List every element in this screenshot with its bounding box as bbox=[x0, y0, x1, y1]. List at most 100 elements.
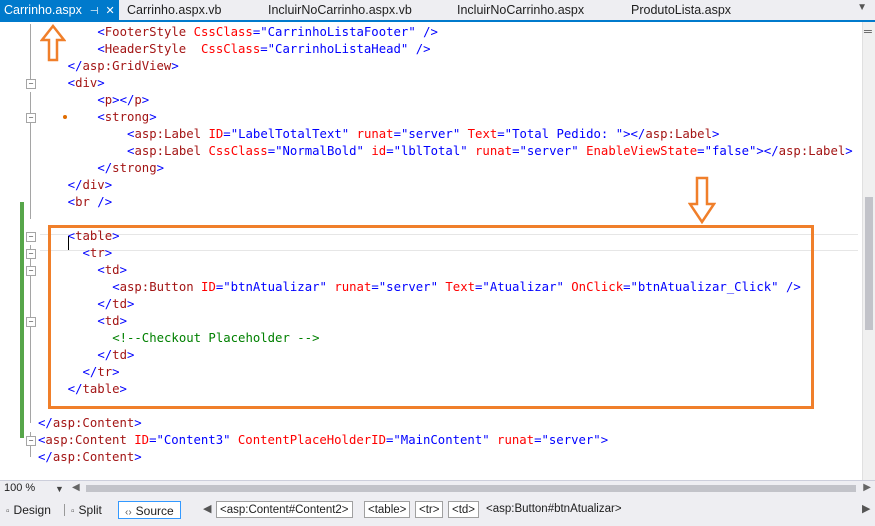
close-icon[interactable]: ✕ bbox=[106, 5, 115, 17]
code-line[interactable]: <div> bbox=[68, 75, 105, 92]
collapse-toggle-icon[interactable]: − bbox=[26, 317, 36, 327]
chevron-down-icon: ▼ bbox=[55, 484, 64, 494]
code-token: id bbox=[371, 144, 387, 158]
path-scroll-left-icon[interactable]: ◀ bbox=[203, 502, 211, 515]
breadcrumb-item[interactable]: <td> bbox=[448, 501, 480, 518]
code-token: asp:GridView bbox=[82, 59, 172, 73]
split-window-icon[interactable]: ═ bbox=[864, 26, 872, 38]
code-token: ></ bbox=[756, 144, 779, 158]
tab-incluirnocarrinho-aspx[interactable]: IncluirNoCarrinho.aspx bbox=[457, 0, 584, 20]
code-token: > bbox=[104, 178, 113, 192]
code-token: div bbox=[75, 76, 98, 90]
code-editor[interactable]: − − − − − − − <FooterStyle CssClass="CarrinhoL… bbox=[0, 22, 862, 480]
code-token: asp:Label bbox=[778, 144, 846, 158]
margin-dot-icon bbox=[63, 115, 67, 119]
arrow-down-annotation bbox=[688, 176, 716, 224]
code-token: ="MainContent" bbox=[385, 433, 490, 447]
view-and-tag-path-bar: ▫ Design ▫ Split ‹› Source ◀ <asp:Content#C… bbox=[0, 496, 875, 526]
code-line[interactable]: <br /> bbox=[68, 194, 112, 211]
code-token: strong bbox=[112, 161, 157, 175]
code-token: > bbox=[600, 433, 609, 447]
code-token: < bbox=[97, 110, 105, 124]
scroll-left-icon[interactable]: ◀ bbox=[72, 482, 80, 493]
breadcrumb-item[interactable]: <asp:Content#Content2> bbox=[216, 501, 353, 518]
code-line[interactable]: <p></p> bbox=[97, 92, 149, 109]
code-token: runat bbox=[497, 433, 535, 447]
collapse-toggle-icon[interactable]: − bbox=[26, 266, 36, 276]
code-token: ="Total Pedido: " bbox=[497, 127, 624, 141]
design-view-button[interactable]: ▫ Design bbox=[6, 501, 51, 519]
pin-icon[interactable]: ⊣ bbox=[90, 6, 99, 17]
code-line[interactable]: <asp:Label CssClass="NormalBold" id="lbl… bbox=[127, 143, 853, 160]
tab-label: Carrinho.aspx.vb bbox=[127, 3, 222, 17]
split-view-button[interactable]: ▫ Split bbox=[71, 501, 102, 519]
collapse-toggle-icon[interactable]: − bbox=[26, 436, 36, 446]
code-line[interactable]: <asp:Content ID="Content3" ContentPlaceH… bbox=[38, 432, 608, 449]
code-token: ="CarrinhoListaHead" bbox=[260, 42, 409, 56]
code-line[interactable]: </div> bbox=[68, 177, 112, 194]
code-token: HeaderStyle bbox=[104, 42, 187, 56]
code-line[interactable]: </asp:Content> bbox=[38, 415, 142, 432]
divider bbox=[64, 504, 65, 516]
tab-incluirnocarrinho-aspx-vb[interactable]: IncluirNoCarrinho.aspx.vb bbox=[268, 0, 412, 20]
vertical-scroll-thumb[interactable] bbox=[865, 197, 873, 330]
code-token: > bbox=[97, 76, 105, 90]
code-token: ="lblTotal" bbox=[386, 144, 468, 158]
source-view-button[interactable]: ‹› Source bbox=[118, 501, 181, 519]
zoom-select[interactable]: 100 % ▼ bbox=[2, 481, 68, 496]
code-token: asp:Label bbox=[134, 127, 202, 141]
collapse-toggle-icon[interactable]: − bbox=[26, 79, 36, 89]
tab-produtolista-aspx[interactable]: ProdutoLista.aspx bbox=[631, 0, 731, 20]
tab-carrinho-aspx-vb[interactable]: Carrinho.aspx.vb bbox=[127, 0, 222, 20]
code-line[interactable]: <strong> bbox=[97, 109, 156, 126]
vertical-scrollbar[interactable]: ═ bbox=[862, 22, 875, 480]
breadcrumb-item[interactable]: <tr> bbox=[415, 501, 444, 518]
code-token: Text bbox=[467, 127, 498, 141]
dropdown-icon[interactable]: ▼ bbox=[857, 2, 867, 13]
code-token: < bbox=[97, 93, 105, 107]
code-token: CssClass bbox=[193, 25, 253, 39]
code-token: runat bbox=[475, 144, 513, 158]
collapse-toggle-icon[interactable]: − bbox=[26, 232, 36, 242]
outline-guide bbox=[30, 92, 31, 219]
design-view-label: Design bbox=[13, 503, 51, 517]
code-token: CssClass bbox=[201, 42, 261, 56]
code-token: > bbox=[711, 127, 720, 141]
breadcrumb-item[interactable]: <table> bbox=[364, 501, 411, 518]
code-token: /> bbox=[97, 195, 113, 209]
code-line[interactable]: <HeaderStyle CssClass="CarrinhoListaHead… bbox=[97, 41, 430, 58]
code-token: EnableViewState bbox=[586, 144, 698, 158]
code-line[interactable]: </asp:Content> bbox=[38, 449, 142, 466]
tab-carrinho-aspx[interactable]: Carrinho.aspx ⊣ ✕ bbox=[0, 0, 119, 20]
code-token: asp:Content bbox=[45, 433, 127, 447]
code-token: < bbox=[67, 76, 76, 90]
code-token: < bbox=[67, 195, 76, 209]
code-line[interactable]: <asp:Label ID="LabelTotalText" runat="se… bbox=[127, 126, 719, 143]
code-token: ="CarrinhoListaFooter" bbox=[252, 25, 416, 39]
code-token: asp:Label bbox=[134, 144, 202, 158]
annotation-highlight-box bbox=[48, 225, 814, 409]
code-token: > bbox=[141, 93, 150, 107]
horizontal-scroll-thumb[interactable] bbox=[86, 485, 856, 492]
outline-guide bbox=[30, 24, 31, 83]
code-token: /> bbox=[415, 42, 431, 56]
path-scroll-right-icon[interactable]: ▶ bbox=[862, 502, 870, 515]
arrow-up-annotation bbox=[40, 24, 66, 62]
code-token: </ bbox=[67, 178, 83, 192]
collapse-toggle-icon[interactable]: − bbox=[26, 249, 36, 259]
collapse-toggle-icon[interactable]: − bbox=[26, 113, 36, 123]
breadcrumb-item[interactable]: <asp:Button#btnAtualizar> bbox=[486, 501, 622, 518]
code-line[interactable]: </strong> bbox=[97, 160, 164, 177]
scroll-right-icon[interactable]: ▶ bbox=[863, 482, 871, 493]
code-line[interactable]: </asp:GridView> bbox=[68, 58, 179, 75]
code-line[interactable]: <FooterStyle CssClass="CarrinhoListaFoot… bbox=[97, 24, 438, 41]
